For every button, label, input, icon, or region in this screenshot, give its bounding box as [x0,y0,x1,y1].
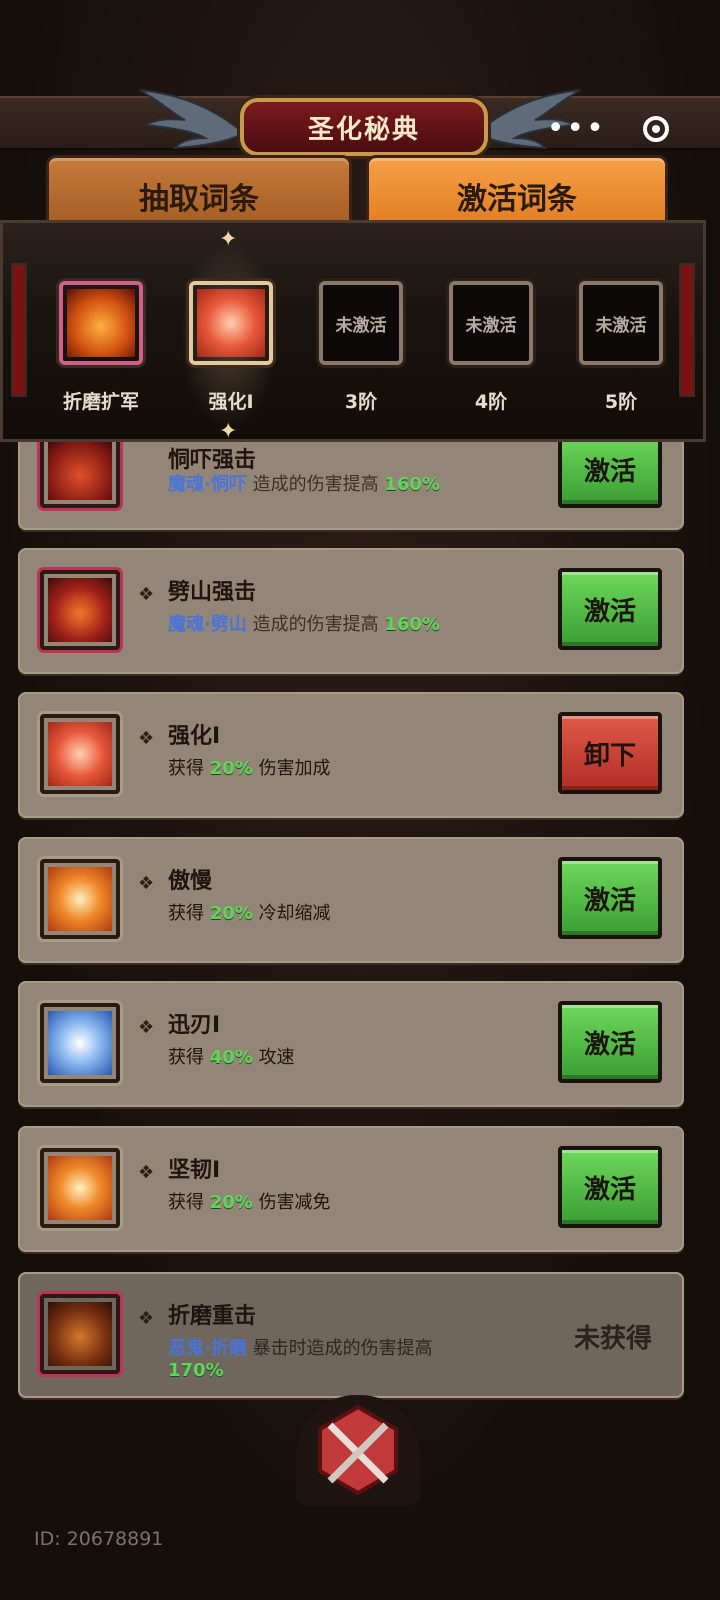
list-item: ❖ 迅刃I 获得 40% 攻速 激活 [18,981,684,1107]
left-wing-icon [139,89,241,150]
list-item: 恫吓强击 魔魂·恫吓 造成的伤害提高 160% 激活 [18,430,684,530]
activate-button[interactable]: 激活 [558,857,662,939]
item-desc: 魔魂·恫吓 造成的伤害提高 160% [168,474,440,495]
close-target-icon[interactable] [643,116,670,142]
status-not-obtained: 未获得 [573,1324,652,1354]
bottom-emblem[interactable] [296,1395,420,1505]
sparkle-icon: ✦ [219,227,238,252]
unequip-button[interactable]: 卸下 [558,712,662,794]
slot-1-label: 折磨扩军 [62,391,139,413]
diamond-bullet-icon: ❖ [138,584,155,605]
item-name: 折磨重击 [168,1304,257,1329]
diamond-bullet-icon: ❖ [138,728,155,749]
item-icon [40,1148,120,1228]
item-name: 劈山强击 [168,580,257,605]
sparkle-icon: ✦ [219,419,238,444]
equipped-slots-panel: ✦ ✦ 折磨扩军 强化I 未激活 3阶 未激活 4阶 未激活 5阶 [0,220,706,444]
right-frame [679,263,695,397]
item-icon [40,1003,120,1083]
slot-5[interactable]: 未激活 [579,281,663,365]
item-desc: 获得 40% 攻速 [168,1047,295,1068]
item-name: 傲慢 [168,869,213,894]
item-desc: 获得 20% 伤害加成 [168,758,331,779]
crossed-swords-icon [318,1404,398,1496]
user-id: ID: 20678891 [34,1528,164,1550]
slot-4[interactable]: 未激活 [449,281,533,365]
list-item: ❖ 折磨重击 恶鬼·折磨 暴击时造成的伤害提高 170% 未获得 [18,1272,684,1398]
list-item: ❖ 劈山强击 魔魂·劈山 造成的伤害提高 160% 激活 [18,548,684,674]
item-icon [40,570,120,650]
diamond-bullet-icon: ❖ [138,1017,155,1038]
diamond-bullet-icon: ❖ [138,873,155,894]
page-title: 圣化秘典 [240,98,488,156]
item-name: 坚韧I [168,1158,221,1183]
list-item: ❖ 傲慢 获得 20% 冷却缩减 激活 [18,837,684,963]
mini-program-capsule: ••• [528,106,688,152]
slot-4-label: 4阶 [474,391,508,413]
item-icon [40,859,120,939]
slot-2-label: 强化I [208,391,254,413]
item-icon [40,714,120,794]
list-item: ❖ 强化I 获得 20% 伤害加成 卸下 [18,692,684,818]
slot-3-label: 3阶 [344,391,378,413]
item-name: 迅刃I [168,1013,221,1038]
slot-4-status: 未激活 [465,316,517,336]
item-name: 强化I [168,724,221,749]
item-desc: 获得 20% 冷却缩减 [168,903,331,924]
item-icon [40,1294,120,1374]
activate-button[interactable]: 激活 [558,568,662,650]
list-item: ❖ 坚韧I 获得 20% 伤害减免 激活 [18,1126,684,1252]
slot-5-status: 未激活 [595,316,647,336]
item-desc: 魔魂·劈山 造成的伤害提高 160% [168,614,440,635]
slot-3-status: 未激活 [335,316,387,336]
slot-2[interactable] [189,281,273,365]
slot-3[interactable]: 未激活 [319,281,403,365]
item-desc-pct: 170% [168,1360,224,1381]
diamond-bullet-icon: ❖ [138,1162,155,1183]
item-desc: 恶鬼·折磨 暴击时造成的伤害提高 [168,1338,433,1359]
diamond-bullet-icon: ❖ [138,1308,155,1329]
activate-button[interactable]: 激活 [558,1146,662,1228]
slot-1[interactable] [59,281,143,365]
item-desc: 获得 20% 伤害减免 [168,1192,331,1213]
activate-button[interactable]: 激活 [558,1001,662,1083]
more-button[interactable]: ••• [547,114,606,144]
left-frame [11,263,27,397]
slot-5-label: 5阶 [604,391,638,413]
